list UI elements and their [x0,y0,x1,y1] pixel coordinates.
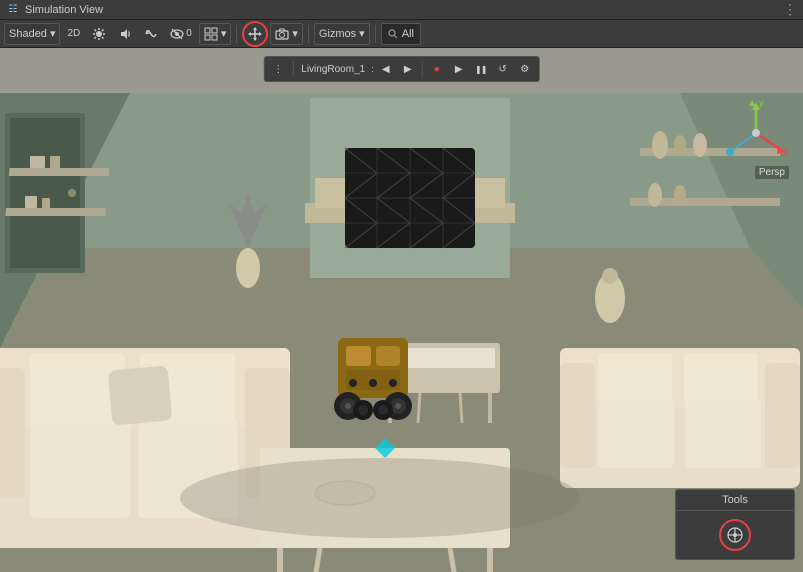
camera-chevron: ▾ [292,27,298,40]
perspective-label: Persp [755,166,789,179]
svg-text:x: x [783,147,788,157]
separator-1 [236,25,237,43]
shaded-dropdown[interactable]: Shaded ▾ [4,23,60,45]
anim-sep-2 [422,61,423,77]
step-button[interactable]: ↺ [493,59,513,79]
svg-text:▲: ▲ [747,98,757,109]
next-frame-button[interactable]: ▶ [398,59,418,79]
tools-title: Tools [676,490,794,511]
viewport[interactable]: ⋮ LivingRoom_1 : ◀ ▶ ● ▶ ❚❚ ↺ ⚙ y x [0,48,803,572]
camera-icon [275,27,289,41]
visibility-count: 0 [186,28,192,39]
grid-dropdown[interactable]: ▾ [199,23,232,45]
toolbar: Shaded ▾ 2D [0,20,803,48]
gizmos-dropdown[interactable]: Gizmos ▾ [314,23,370,45]
move-tool-icon [248,27,262,41]
window-title: Simulation View [25,4,103,16]
anim-settings-button[interactable]: ⚙ [515,59,535,79]
scene-name-suffix: : [371,64,374,74]
pause-button[interactable]: ❚❚ [471,59,491,79]
scene-name-label: LivingRoom_1 [297,64,369,75]
two-d-button[interactable]: 2D [62,23,85,45]
search-all-label: All [402,28,414,40]
gizmos-chevron: ▾ [359,27,365,40]
shaded-chevron: ▾ [50,27,56,40]
search-icon [388,29,398,39]
anim-sep-1 [292,61,293,77]
effects-button[interactable] [139,23,163,45]
audio-button[interactable] [113,23,137,45]
menu-dots-button[interactable]: ⋮ [783,1,797,18]
camera-dropdown[interactable]: ▾ [270,23,303,45]
move-tool-button[interactable] [242,21,268,47]
visibility-icon [170,27,184,41]
light-button[interactable] [87,23,111,45]
tools-content [676,511,794,559]
transform-tool-icon [726,526,744,544]
light-icon [92,27,106,41]
separator-2 [308,25,309,43]
play-button[interactable]: ▶ [449,59,469,79]
visibility-button[interactable]: 0 [165,23,197,45]
tools-panel: Tools [675,489,795,560]
anim-menu-button[interactable]: ⋮ [268,59,288,79]
search-box[interactable]: All [381,23,421,45]
shaded-label: Shaded [9,28,47,40]
audio-icon [118,27,132,41]
two-d-label: 2D [67,28,80,39]
effects-icon [144,27,158,41]
gizmos-label: Gizmos [319,28,356,40]
grid-icon [204,27,218,41]
svg-text:y: y [759,98,764,108]
separator-3 [375,25,376,43]
title-bar: ☷ Simulation View ⋮ [0,0,803,20]
transform-tool-button[interactable] [719,519,751,551]
gizmo-compass: y x ▲ [721,98,791,168]
record-button[interactable]: ● [427,59,447,79]
animation-toolbar: ⋮ LivingRoom_1 : ◀ ▶ ● ▶ ❚❚ ↺ ⚙ [263,56,539,82]
prev-frame-button[interactable]: ◀ [376,59,396,79]
window-icon: ☷ [6,3,20,17]
grid-chevron: ▾ [221,27,227,40]
